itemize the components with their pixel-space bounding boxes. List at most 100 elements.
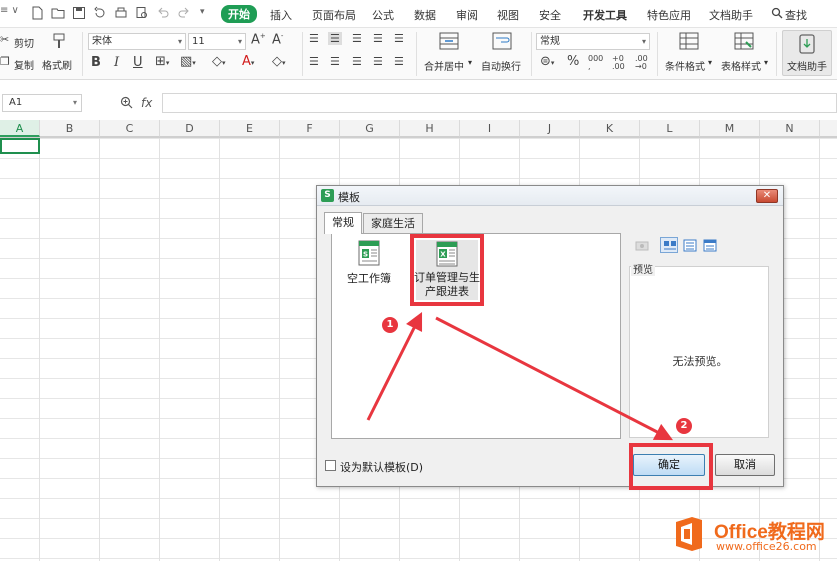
tab-insert[interactable]: 插入 <box>270 7 292 23</box>
tab-data[interactable]: 数据 <box>414 7 436 23</box>
cut-label[interactable]: 剪切 <box>14 35 34 50</box>
view-camera-icon[interactable] <box>635 239 649 254</box>
tab-special-apps[interactable]: 特色应用 <box>647 7 691 23</box>
column-header-f[interactable]: F <box>280 120 340 137</box>
copy-label[interactable]: 复制 <box>14 57 34 72</box>
distributed-icon[interactable]: ☰ <box>394 55 404 68</box>
name-box[interactable]: A1 ▾ <box>2 94 82 112</box>
italic-icon[interactable]: I <box>114 55 119 70</box>
column-header-e[interactable]: E <box>220 120 280 137</box>
tab-page-layout[interactable]: 页面布局 <box>312 7 356 23</box>
align-top-icon[interactable]: ☰ <box>309 32 319 45</box>
wrap-text-icon[interactable] <box>492 32 512 50</box>
column-header-j[interactable]: J <box>520 120 580 137</box>
column-header-c[interactable]: C <box>100 120 160 137</box>
table-style-icon[interactable] <box>734 32 754 50</box>
tab-view[interactable]: 视图 <box>497 7 519 23</box>
tab-home[interactable]: 开始 <box>221 5 257 23</box>
menu-collapse-icon[interactable]: ≡ ∨ <box>0 5 19 16</box>
increase-font-icon[interactable]: A+ <box>251 32 266 47</box>
column-header-d[interactable]: D <box>160 120 220 137</box>
conditional-format-icon[interactable] <box>679 32 699 50</box>
conditional-format-label[interactable]: 条件格式 <box>665 58 705 73</box>
zoom-icon[interactable] <box>120 96 133 109</box>
view-large-icons-icon[interactable] <box>660 237 678 253</box>
scissors-icon[interactable]: ✂ <box>0 33 9 46</box>
bold-icon[interactable]: B <box>91 55 101 70</box>
indent-decrease-icon[interactable]: ☰ <box>373 32 383 45</box>
merge-center-icon[interactable] <box>439 32 459 50</box>
search-label[interactable]: 查找 <box>785 7 807 23</box>
fill-style-icon[interactable]: ▧▾ <box>180 54 196 69</box>
column-header-k[interactable]: K <box>580 120 640 137</box>
justify-icon[interactable]: ☰ <box>373 55 383 68</box>
align-middle-icon[interactable]: ☰ <box>328 32 342 45</box>
format-painter-icon[interactable] <box>50 32 68 50</box>
open-folder-icon[interactable] <box>51 6 65 20</box>
align-right-icon[interactable]: ☰ <box>352 55 362 68</box>
view-list-icon[interactable] <box>683 239 697 255</box>
doc-assistant-button[interactable]: 文档助手 <box>782 30 832 76</box>
column-header-n[interactable]: N <box>760 120 820 137</box>
column-header-h[interactable]: H <box>400 120 460 137</box>
column-header-l[interactable]: L <box>640 120 700 137</box>
currency-icon[interactable]: ⊜▾ <box>540 54 554 69</box>
set-default-label[interactable]: 设为默认模板(D) <box>340 459 423 475</box>
undo-icon[interactable] <box>156 6 170 20</box>
decrease-font-icon[interactable]: A- <box>272 32 283 47</box>
close-button[interactable]: ✕ <box>756 189 778 203</box>
print-icon[interactable] <box>114 6 128 20</box>
search-icon[interactable] <box>771 7 783 19</box>
font-color-icon[interactable]: A▾ <box>242 54 254 69</box>
tab-doc-assistant[interactable]: 文档助手 <box>709 7 753 23</box>
align-bottom-icon[interactable]: ☰ <box>352 32 362 45</box>
format-painter-label[interactable]: 格式刷 <box>42 57 72 72</box>
chevron-down-icon[interactable]: ▾ <box>468 58 472 67</box>
chevron-down-icon[interactable]: ▾ <box>708 58 712 67</box>
template-blank-workbook[interactable]: S 空工作簿 <box>340 240 398 286</box>
customize-dropdown-icon[interactable]: ▾ <box>200 7 205 17</box>
fill-color-icon[interactable]: ◇▾ <box>212 54 226 69</box>
indent-increase-icon[interactable]: ☰ <box>394 32 404 45</box>
tab-review[interactable]: 审阅 <box>456 7 478 23</box>
cancel-button[interactable]: 取消 <box>715 454 775 476</box>
underline-icon[interactable]: U <box>133 55 143 70</box>
column-header-m[interactable]: M <box>700 120 760 137</box>
clear-format-icon[interactable]: ◇▾ <box>272 54 286 69</box>
column-header-i[interactable]: I <box>460 120 520 137</box>
column-header-o[interactable] <box>820 120 837 137</box>
table-style-label[interactable]: 表格样式 <box>721 58 761 73</box>
wrap-text-label[interactable]: 自动换行 <box>481 58 521 73</box>
tab-developer[interactable]: 开发工具 <box>583 7 627 23</box>
number-format-select[interactable]: 常规 ▾ <box>536 33 650 50</box>
set-default-checkbox[interactable] <box>325 460 336 471</box>
percent-icon[interactable]: % <box>567 54 579 69</box>
thousands-icon[interactable]: 000, <box>588 55 603 71</box>
decrease-decimal-icon[interactable]: .00 →0 <box>635 55 648 71</box>
new-file-icon[interactable] <box>30 6 44 20</box>
tab-formulas[interactable]: 公式 <box>372 7 394 23</box>
column-header-b[interactable]: B <box>40 120 100 137</box>
increase-decimal-icon[interactable]: +0.00 <box>612 55 625 71</box>
redo-icon[interactable] <box>177 6 191 20</box>
tab-security[interactable]: 安全 <box>539 7 561 23</box>
selected-cell-a1[interactable] <box>0 138 40 154</box>
font-size-select[interactable]: 11 ▾ <box>188 33 246 50</box>
formula-input[interactable] <box>162 93 837 113</box>
view-details-icon[interactable] <box>703 239 717 255</box>
chevron-down-icon[interactable]: ▾ <box>764 58 768 67</box>
border-icon[interactable]: ⊞▾ <box>155 54 169 69</box>
tab-family-life[interactable]: 家庭生活 <box>363 213 423 233</box>
template-order-management[interactable]: X 订单管理与生 产跟进表 <box>402 241 492 299</box>
merge-center-label[interactable]: 合并居中 <box>424 58 464 73</box>
dialog-titlebar[interactable]: S 模板 ✕ <box>317 186 783 206</box>
fx-icon[interactable]: fx <box>141 96 152 110</box>
undo-history-icon[interactable] <box>93 6 107 20</box>
align-left-icon[interactable]: ☰ <box>309 55 319 68</box>
column-header-a[interactable]: A <box>0 120 40 137</box>
copy-icon[interactable]: ❐ <box>0 55 10 68</box>
print-preview-icon[interactable] <box>135 6 149 20</box>
tab-general[interactable]: 常规 <box>324 212 362 234</box>
column-header-g[interactable]: G <box>340 120 400 137</box>
font-name-select[interactable]: 宋体 ▾ <box>88 33 186 50</box>
